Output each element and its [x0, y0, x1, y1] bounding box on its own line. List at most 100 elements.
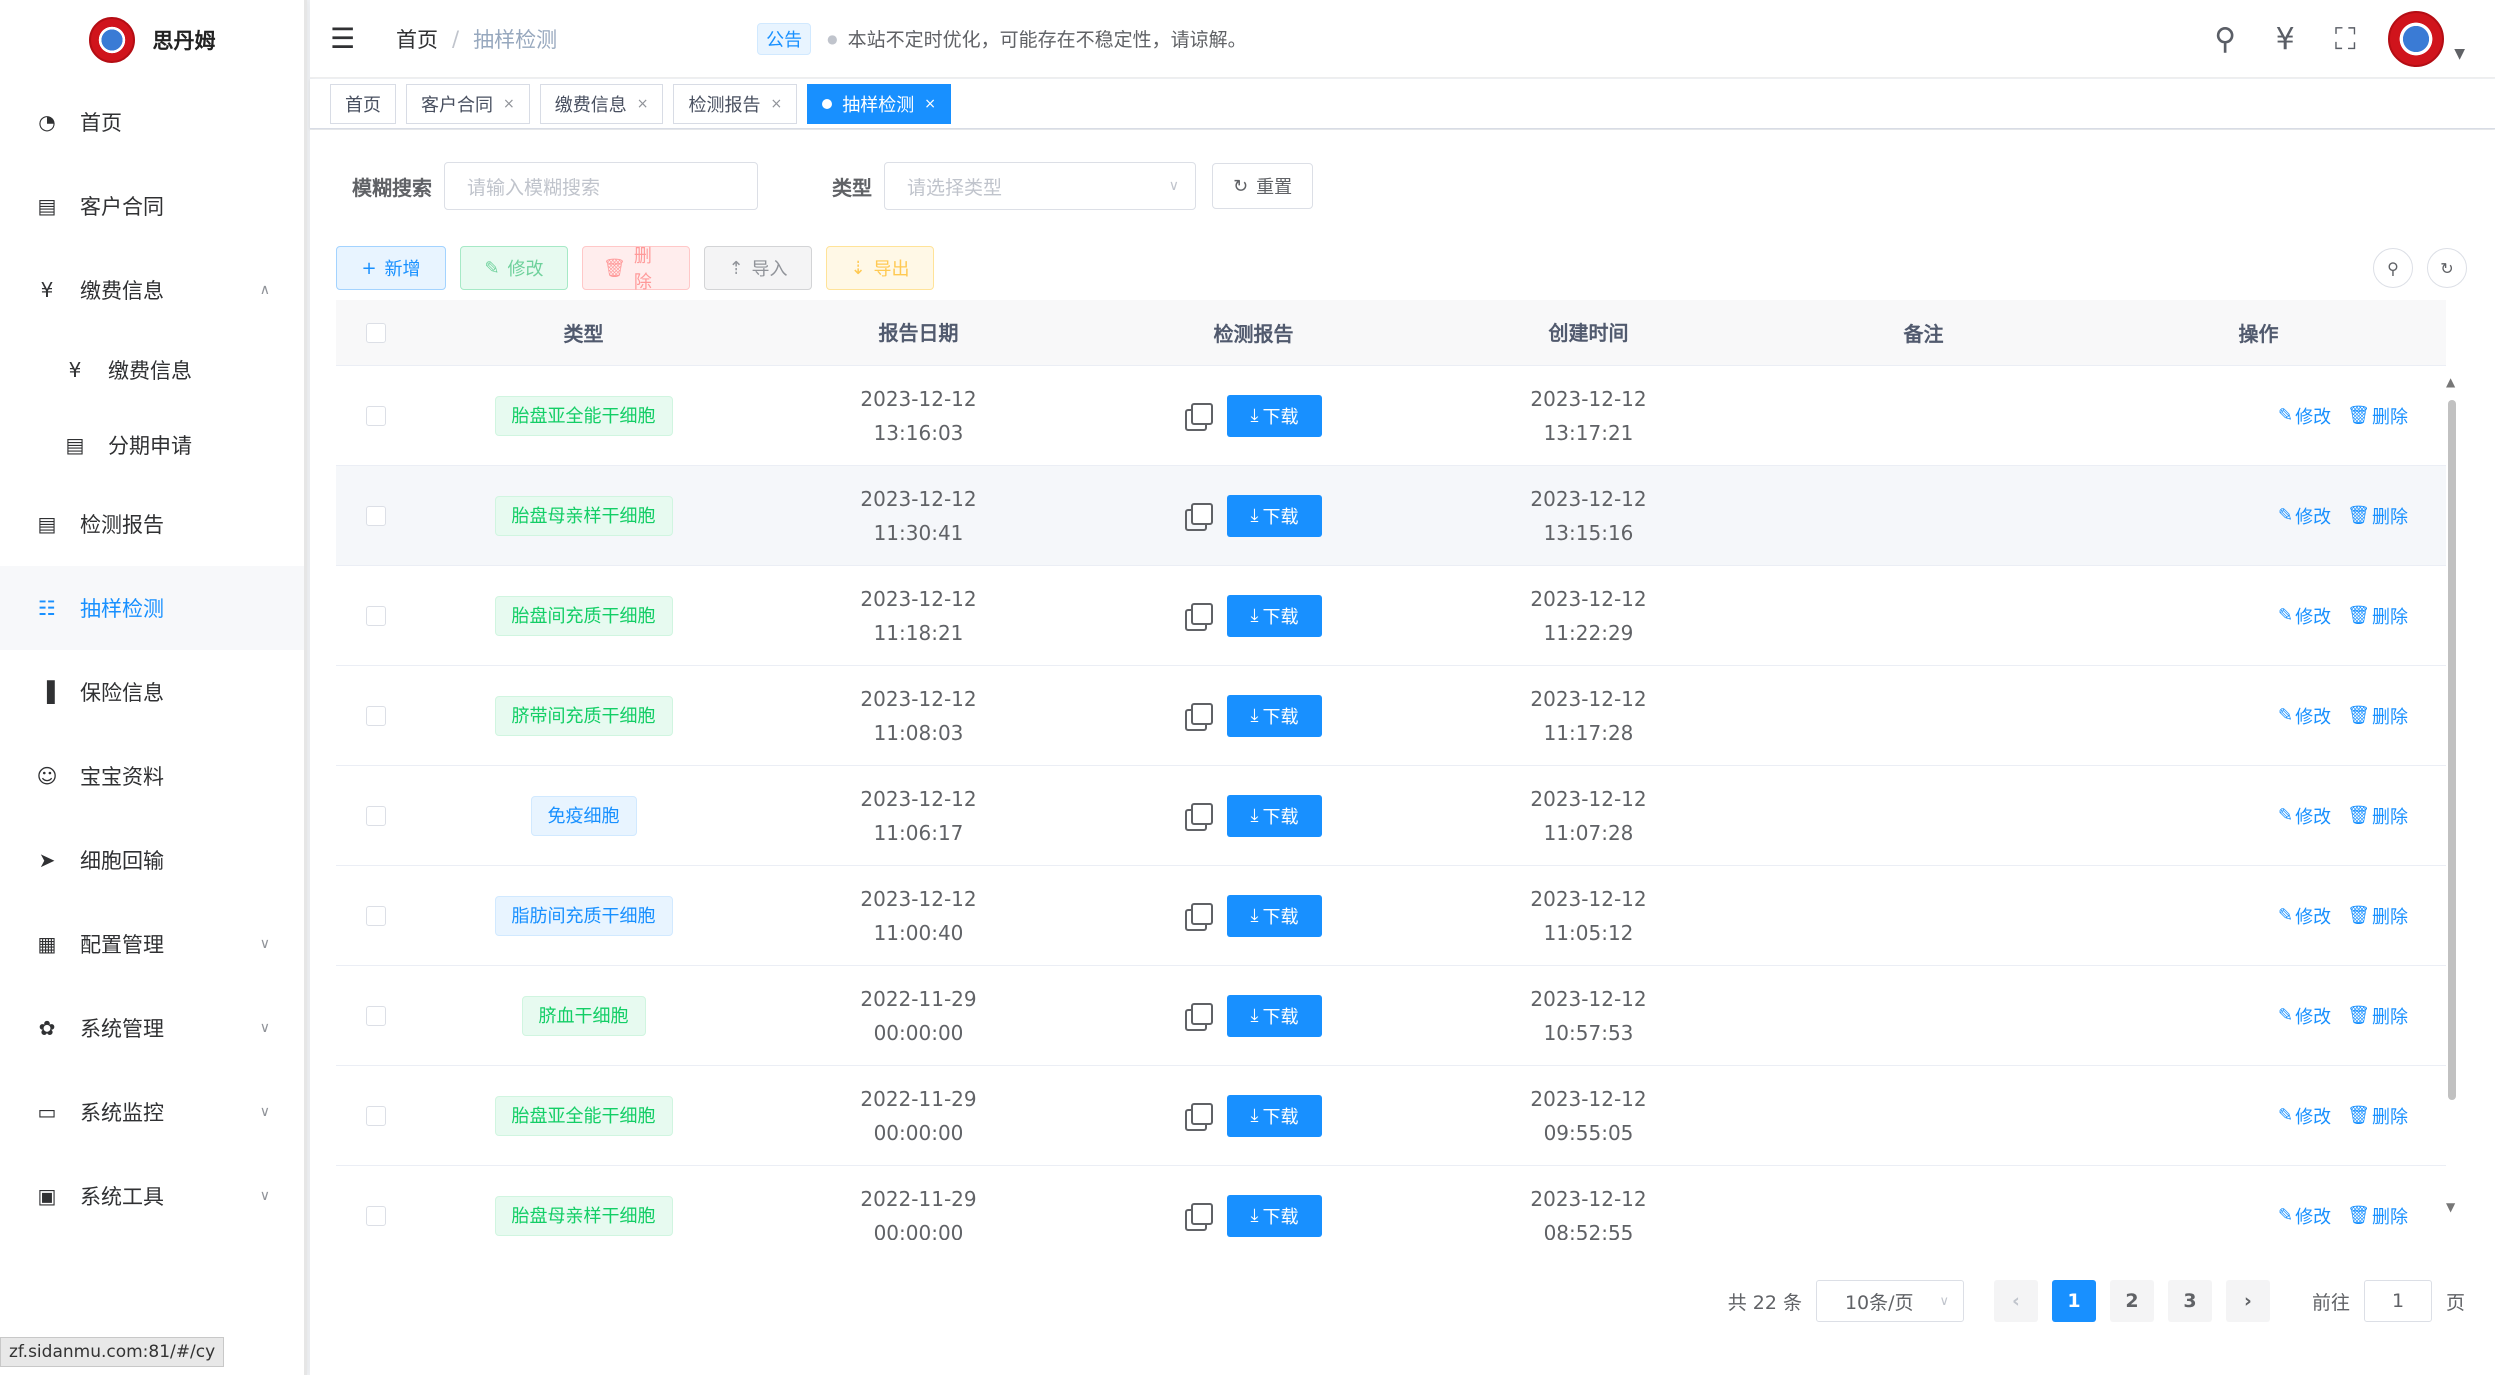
sidebar-item-12[interactable]: ▭ 系统监控 ∨: [0, 1070, 304, 1154]
row-delete-link[interactable]: 🗑 删除: [2347, 1103, 2408, 1129]
sidebar-item-7[interactable]: ▐ 保险信息: [0, 650, 304, 734]
fuzzy-search-input[interactable]: 请输入模糊搜索: [444, 162, 758, 210]
row-checkbox[interactable]: [366, 605, 386, 626]
table-row[interactable]: 免疫细胞 2023-12-12 11:06:17 ⤓ 下载 2023-12-12 11:07…: [336, 766, 2446, 866]
download-button[interactable]: ⤓ 下载: [1226, 494, 1323, 537]
hamburger-icon[interactable]: ☰: [330, 22, 370, 55]
caret-down-icon[interactable]: ▼: [2454, 46, 2465, 62]
download-button[interactable]: ⤓ 下载: [1226, 394, 1323, 437]
avatar[interactable]: [2388, 11, 2445, 67]
page-1-button[interactable]: 1: [2051, 1280, 2096, 1322]
copy-icon[interactable]: [1184, 802, 1213, 831]
page-3-button[interactable]: 3: [2167, 1280, 2212, 1322]
sidebar-item-1[interactable]: ▤ 客户合同: [0, 164, 304, 248]
table-row[interactable]: 脐血干细胞 2022-11-29 00:00:00 ⤓ 下载 2023-12-12 10:5…: [336, 966, 2446, 1066]
sidebar-item-0[interactable]: ◔ 首页: [0, 80, 304, 164]
table-row[interactable]: 胎盘亚全能干细胞 2023-12-12 13:16:03 ⤓ 下载 2023-12-12 1…: [336, 366, 2446, 466]
row-checkbox[interactable]: [366, 705, 386, 726]
sidebar-item-6[interactable]: ☷ 抽样检测: [0, 566, 304, 650]
sidebar-item-2[interactable]: ¥ 缴费信息 ∧: [0, 248, 304, 332]
row-edit-link[interactable]: ✎ 修改: [2278, 603, 2331, 629]
delete-button[interactable]: 🗑 删除: [582, 246, 690, 293]
type-select[interactable]: 请选择类型 ∨: [884, 162, 1196, 210]
row-edit-link[interactable]: ✎ 修改: [2278, 703, 2331, 729]
tab-1[interactable]: 客户合同 ×: [406, 83, 530, 124]
sidebar-item-13[interactable]: ▣ 系统工具 ∨: [0, 1154, 304, 1238]
tab-0[interactable]: 首页: [330, 83, 396, 124]
row-checkbox[interactable]: [366, 1005, 386, 1026]
scroll-up-icon[interactable]: ▲: [2446, 375, 2455, 389]
table-row[interactable]: 胎盘母亲样干细胞 2023-12-12 11:30:41 ⤓ 下载 2023-12-12 1…: [336, 466, 2446, 566]
copy-icon[interactable]: [1184, 902, 1213, 931]
table-scrollbar[interactable]: ▲ ▼: [2445, 375, 2459, 1230]
sidebar-item-11[interactable]: ✿ 系统管理 ∨: [0, 986, 304, 1070]
row-checkbox[interactable]: [366, 1205, 386, 1226]
row-delete-link[interactable]: 🗑 删除: [2347, 903, 2408, 929]
copy-icon[interactable]: [1184, 402, 1213, 431]
breadcrumb-home[interactable]: 首页: [396, 24, 438, 54]
table-row[interactable]: 胎盘母亲样干细胞 2022-11-29 00:00:00 ⤓ 下载 2023-12-12 0…: [336, 1166, 2446, 1240]
row-edit-link[interactable]: ✎ 修改: [2278, 403, 2331, 429]
yen-icon[interactable]: ¥: [2268, 22, 2302, 57]
row-delete-link[interactable]: 🗑 删除: [2347, 1203, 2408, 1229]
sidebar-item-10[interactable]: ▦ 配置管理 ∨: [0, 902, 304, 986]
table-row[interactable]: 脂肪间充质干细胞 2023-12-12 11:00:40 ⤓ 下载 2023-12-12 1…: [336, 866, 2446, 966]
scroll-thumb[interactable]: [2448, 400, 2456, 1100]
row-checkbox[interactable]: [366, 505, 386, 526]
toggle-search-button[interactable]: ⚲: [2373, 248, 2413, 288]
sidebar-item-3[interactable]: ¥ 缴费信息: [0, 332, 304, 407]
download-button[interactable]: ⤓ 下载: [1226, 894, 1323, 937]
copy-icon[interactable]: [1184, 502, 1213, 531]
copy-icon[interactable]: [1184, 702, 1213, 731]
search-icon[interactable]: ⚲: [2208, 22, 2242, 57]
row-edit-link[interactable]: ✎ 修改: [2278, 1003, 2331, 1029]
tab-4[interactable]: 抽样检测 ×: [807, 83, 951, 124]
download-button[interactable]: ⤓ 下载: [1226, 1194, 1323, 1237]
export-button[interactable]: ⇣ 导出: [826, 246, 934, 290]
download-button[interactable]: ⤓ 下载: [1226, 694, 1323, 737]
reset-button[interactable]: ↻ 重置: [1212, 163, 1314, 209]
row-delete-link[interactable]: 🗑 删除: [2347, 1003, 2408, 1029]
row-delete-link[interactable]: 🗑 删除: [2347, 603, 2408, 629]
next-page-button[interactable]: ›: [2225, 1280, 2270, 1322]
download-button[interactable]: ⤓ 下载: [1226, 994, 1323, 1037]
table-row[interactable]: 胎盘亚全能干细胞 2022-11-29 00:00:00 ⤓ 下载 2023-12-12 0…: [336, 1066, 2446, 1166]
close-icon[interactable]: ×: [770, 96, 782, 112]
scroll-down-icon[interactable]: ▼: [2446, 1200, 2455, 1230]
row-edit-link[interactable]: ✎ 修改: [2278, 1103, 2331, 1129]
download-button[interactable]: ⤓ 下载: [1226, 1094, 1323, 1137]
download-button[interactable]: ⤓ 下载: [1226, 794, 1323, 837]
row-edit-link[interactable]: ✎ 修改: [2278, 903, 2331, 929]
row-checkbox[interactable]: [366, 905, 386, 926]
table-row[interactable]: 脐带间充质干细胞 2023-12-12 11:08:03 ⤓ 下载 2023-12-12 1…: [336, 666, 2446, 766]
download-button[interactable]: ⤓ 下载: [1226, 594, 1323, 637]
tab-3[interactable]: 检测报告 ×: [673, 83, 798, 124]
edit-button[interactable]: ✎ 修改: [460, 246, 568, 290]
prev-page-button[interactable]: ‹: [1993, 1280, 2038, 1322]
row-delete-link[interactable]: 🗑 删除: [2347, 803, 2408, 829]
page-size-select[interactable]: 10条/页 ∨: [1815, 1280, 1964, 1322]
sidebar-item-9[interactable]: ➤ 细胞回输: [0, 818, 304, 902]
row-checkbox[interactable]: [366, 405, 386, 426]
row-edit-link[interactable]: ✎ 修改: [2278, 503, 2331, 529]
close-icon[interactable]: ×: [503, 96, 515, 112]
refresh-button[interactable]: ↻: [2427, 248, 2467, 288]
select-all-checkbox[interactable]: [366, 322, 386, 343]
sidebar-item-8[interactable]: ☺ 宝宝资料: [0, 734, 304, 818]
row-delete-link[interactable]: 🗑 删除: [2347, 503, 2408, 529]
copy-icon[interactable]: [1184, 1202, 1213, 1231]
row-delete-link[interactable]: 🗑 删除: [2347, 703, 2408, 729]
add-button[interactable]: + 新增: [336, 246, 446, 290]
close-icon[interactable]: ×: [637, 96, 649, 112]
row-edit-link[interactable]: ✎ 修改: [2278, 803, 2331, 829]
import-button[interactable]: ⇡ 导入: [704, 246, 812, 290]
copy-icon[interactable]: [1184, 1102, 1213, 1131]
sidebar-item-4[interactable]: ▤ 分期申请: [0, 407, 304, 482]
row-edit-link[interactable]: ✎ 修改: [2278, 1203, 2331, 1229]
page-2-button[interactable]: 2: [2109, 1280, 2154, 1322]
tab-2[interactable]: 缴费信息 ×: [539, 83, 664, 124]
copy-icon[interactable]: [1184, 1002, 1213, 1031]
close-icon[interactable]: ×: [924, 96, 936, 112]
row-delete-link[interactable]: 🗑 删除: [2347, 403, 2408, 429]
copy-icon[interactable]: [1184, 602, 1213, 631]
